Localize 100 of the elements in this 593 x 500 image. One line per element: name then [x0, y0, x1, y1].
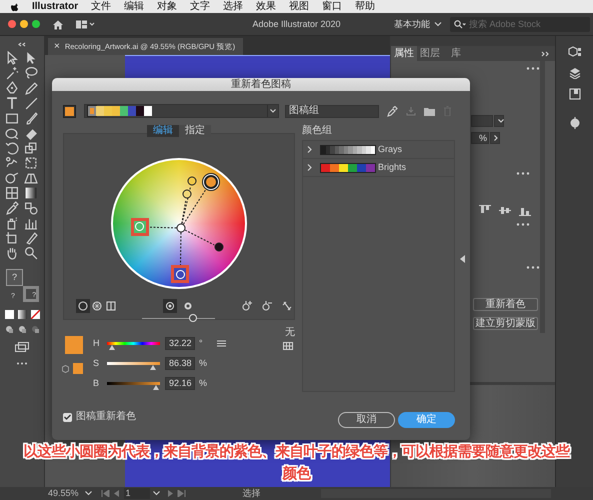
menu-item[interactable]: 文件: [91, 0, 112, 12]
color-swatch[interactable]: [65, 336, 83, 354]
dropdown-field[interactable]: [471, 115, 493, 127]
remove-color-icon[interactable]: [261, 299, 273, 311]
menu-item[interactable]: 选择: [223, 0, 244, 12]
color-swatch[interactable]: [144, 106, 152, 116]
chevron-icon[interactable]: [270, 109, 276, 113]
artboard-icon[interactable]: [4, 231, 18, 245]
show-saturation-icon[interactable]: [164, 301, 174, 311]
base-color-marker[interactable]: [204, 174, 218, 189]
grid-icon[interactable]: [283, 342, 295, 350]
smooth-wheel-icon[interactable]: [78, 301, 88, 311]
align-bottom-icon[interactable]: [519, 205, 531, 216]
first-page-icon[interactable]: [100, 490, 110, 497]
dialog-tab[interactable]: 指定: [179, 125, 211, 137]
fill-swatch[interactable]: ?: [6, 269, 23, 286]
blend-icon[interactable]: [24, 201, 38, 215]
line-icon[interactable]: [24, 96, 38, 110]
apple-icon[interactable]: [10, 2, 19, 12]
color-swatch[interactable]: [73, 363, 83, 374]
eyedropper-icon[interactable]: [387, 106, 398, 116]
stepper-button[interactable]: [490, 132, 500, 144]
draw-normal-icon[interactable]: [4, 325, 14, 334]
current-color-swatch[interactable]: [63, 104, 76, 118]
chevron-icon[interactable]: [434, 21, 442, 27]
dropdown-button[interactable]: [494, 115, 504, 127]
slider-thumb[interactable]: [150, 364, 156, 370]
color-group-row[interactable]: Brights: [303, 159, 454, 177]
checkbox[interactable]: [63, 412, 72, 422]
group-name-field[interactable]: 图稿组: [285, 104, 379, 118]
menu-item[interactable]: 文字: [190, 0, 210, 12]
close-button[interactable]: ×: [54, 40, 60, 52]
more-icon[interactable]: [526, 67, 540, 70]
gradient-mode-icon[interactable]: [18, 310, 26, 319]
color-swatch[interactable]: [136, 106, 144, 116]
rectangle-icon[interactable]: [4, 111, 18, 125]
color-group-row[interactable]: Grays: [303, 141, 454, 159]
last-page-icon[interactable]: [176, 490, 186, 497]
menu-item[interactable]: 帮助: [355, 0, 376, 12]
value-field[interactable]: 92.16: [165, 376, 195, 390]
menu-item[interactable]: 视图: [289, 0, 310, 12]
bar-chart-icon[interactable]: [24, 216, 38, 230]
cancel-button[interactable]: 取消: [338, 412, 395, 428]
more-icon[interactable]: [516, 172, 530, 175]
slider-thumb[interactable]: [152, 384, 159, 390]
value-field[interactable]: %: [471, 132, 489, 144]
show-brightness-icon[interactable]: [182, 301, 192, 311]
color-swatch[interactable]: [104, 106, 112, 116]
type-tool-icon[interactable]: [4, 96, 18, 110]
slider-thumb[interactable]: [189, 314, 198, 322]
workspace-switcher[interactable]: 基本功能: [394, 18, 430, 30]
scale-icon[interactable]: [24, 141, 38, 155]
layers-icon[interactable]: [568, 67, 580, 79]
harmony-colors-field[interactable]: [84, 104, 279, 118]
screen-mode-icon[interactable]: [15, 342, 29, 352]
slice-icon[interactable]: [24, 231, 38, 245]
value-field[interactable]: 32.22: [165, 336, 195, 350]
menu-item[interactable]: 对象: [157, 0, 178, 12]
menu-icon[interactable]: [216, 340, 226, 346]
color-mode-icon[interactable]: [4, 310, 14, 319]
collapse-triangle-icon[interactable]: [460, 255, 465, 263]
app-name[interactable]: Illustrator: [32, 0, 78, 12]
magnifier-icon[interactable]: [24, 246, 38, 260]
align-top-icon[interactable]: [479, 205, 491, 216]
chevron-right-icon[interactable]: [307, 146, 312, 153]
more-icon[interactable]: [526, 266, 540, 269]
pen-icon[interactable]: [4, 81, 18, 95]
more-icon[interactable]: [516, 223, 530, 226]
collapse-icon[interactable]: [17, 42, 27, 47]
previous-page-icon[interactable]: [112, 490, 119, 497]
cube-icon[interactable]: [62, 364, 69, 372]
unlink-icon[interactable]: [281, 299, 293, 311]
eyedropper-icon[interactable]: [4, 201, 18, 215]
zoom-field[interactable]: 49.55%: [48, 488, 79, 499]
chevron-icon[interactable]: [84, 491, 92, 496]
panel-button[interactable]: 建立剪切蒙版: [473, 317, 538, 330]
appearance-icon[interactable]: [568, 117, 580, 129]
scrollbar[interactable]: [540, 61, 545, 333]
rotate-icon[interactable]: [4, 141, 18, 155]
ellipse-icon[interactable]: [4, 126, 18, 140]
layout-icon[interactable]: [76, 20, 96, 28]
panel-button[interactable]: 重新着色: [473, 298, 538, 311]
brush-icon[interactable]: [24, 111, 38, 125]
hollow-arrow-icon[interactable]: [4, 51, 18, 65]
warp-icon[interactable]: [4, 156, 18, 170]
color-swatch[interactable]: [128, 106, 136, 116]
perspective-icon[interactable]: [24, 171, 38, 185]
hand-icon[interactable]: [4, 246, 18, 260]
spray-icon[interactable]: [4, 216, 18, 230]
transform-icon[interactable]: [24, 156, 38, 170]
home-icon[interactable]: [52, 18, 64, 30]
mesh-icon[interactable]: [4, 186, 18, 200]
color-marker[interactable]: [182, 190, 192, 199]
page-field[interactable]: 1: [124, 488, 150, 499]
color-swatch[interactable]: [112, 106, 120, 116]
library-icon[interactable]: [568, 88, 580, 100]
chevron-icon[interactable]: [152, 491, 160, 496]
add-color-icon[interactable]: [241, 299, 253, 311]
color-marker[interactable]: [214, 242, 224, 252]
wand-icon[interactable]: [4, 66, 18, 80]
